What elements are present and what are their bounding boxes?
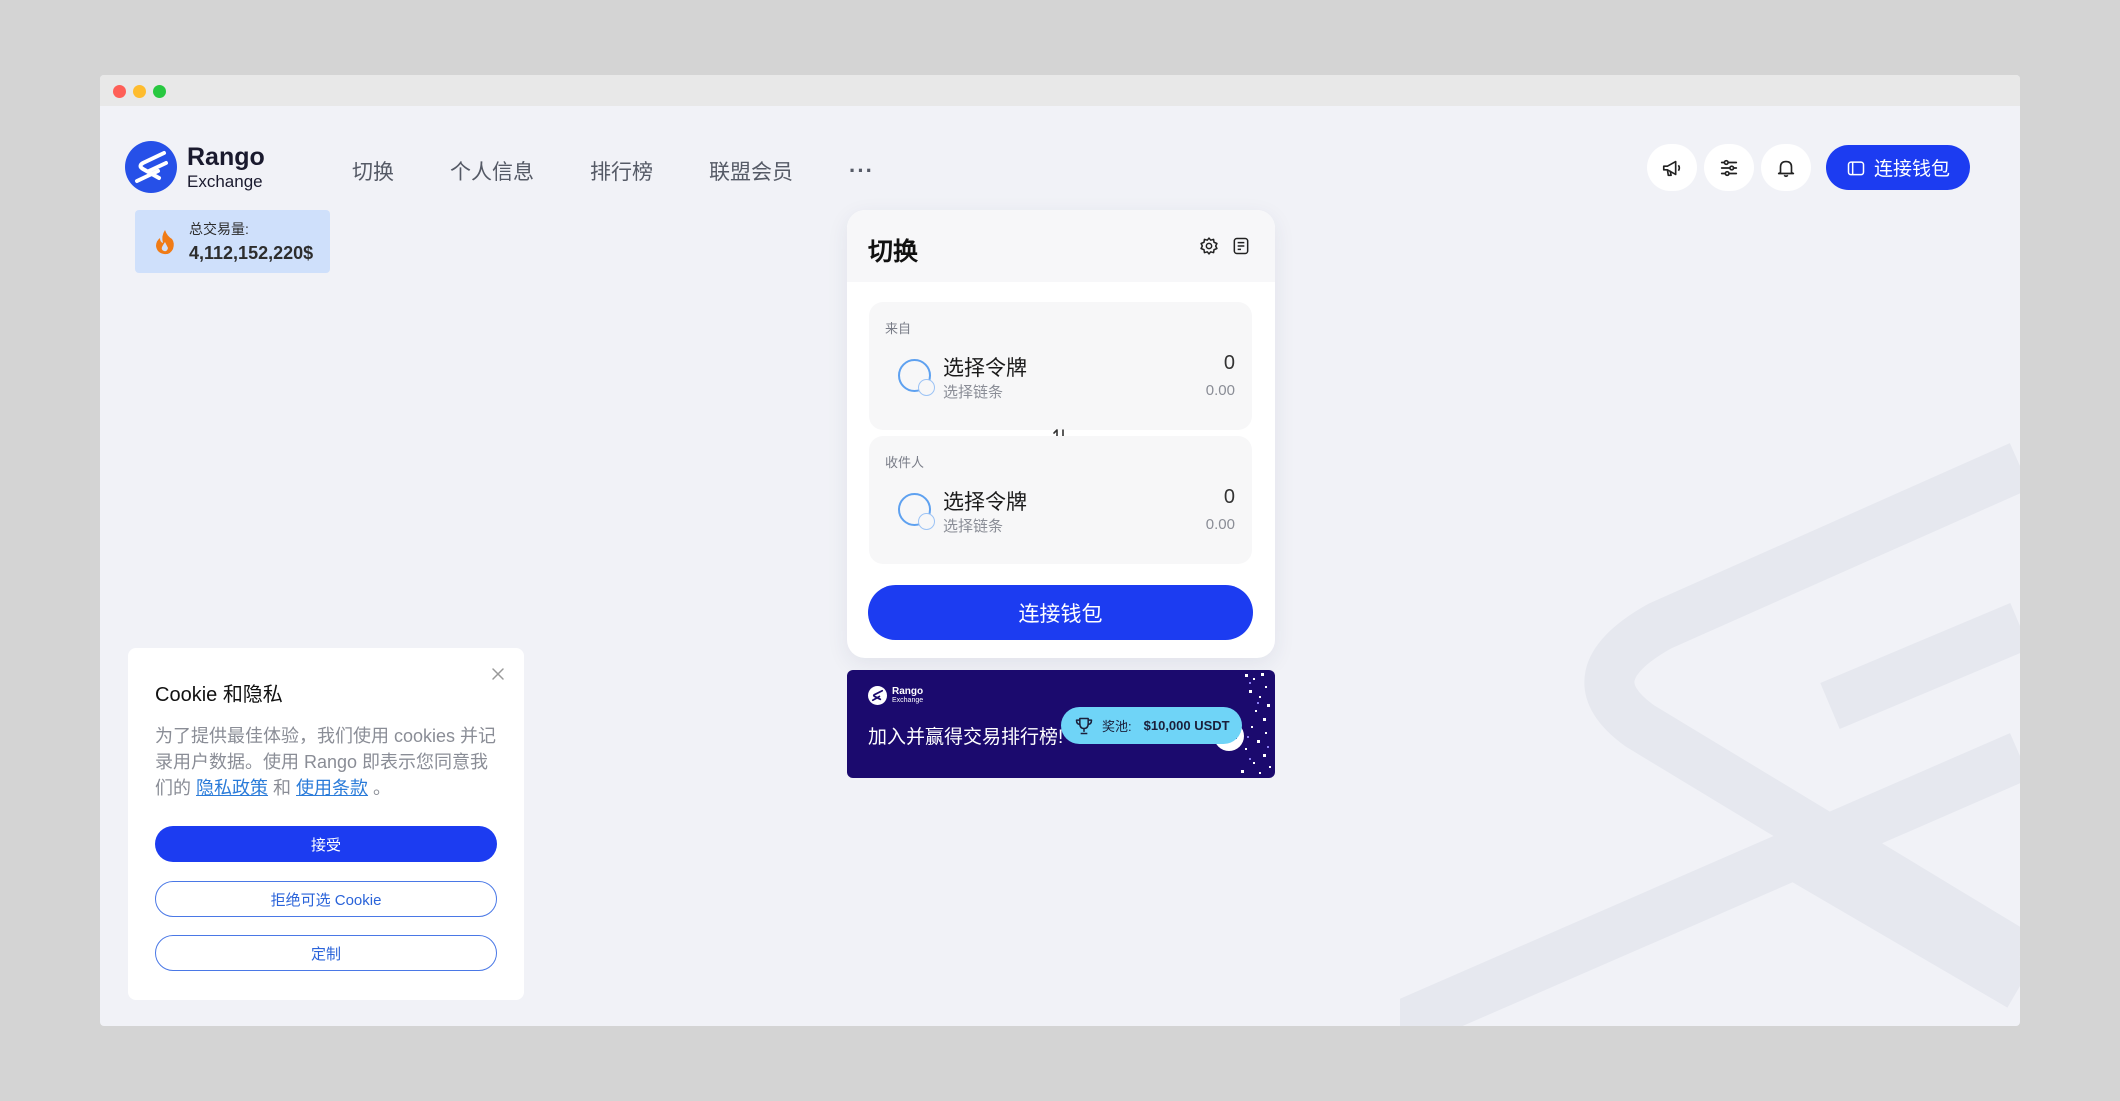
fire-icon [156,229,174,254]
history-icon[interactable] [1231,236,1251,256]
leaderboard-banner[interactable]: Rango Exchange 加入并赢得交易排行榜! 奖池: $10,000 U… [847,670,1275,778]
terms-of-use-link[interactable]: 使用条款 [296,778,368,798]
wallet-icon [1847,160,1865,175]
to-token-select[interactable]: 选择令牌 [943,486,1027,516]
gear-icon[interactable] [1199,236,1219,256]
rango-logo[interactable]: Rango Exchange [125,141,265,193]
from-usd-value: 0.00 [1205,382,1235,399]
connect-wallet-header-button[interactable]: 连接钱包 [1825,145,1970,190]
browser-window: Rango Exchange 切换 个人信息 排行榜 联盟会员 ··· 连接钱包… [100,75,2020,1026]
maximize-window-button[interactable] [153,85,166,98]
nav-item-affiliate[interactable]: 联盟会员 [709,156,793,186]
nav-item-leaderboard[interactable]: 排行榜 [590,156,653,186]
from-amount[interactable]: 0 [1224,352,1235,375]
main-nav: 切换 个人信息 排行榜 联盟会员 ··· [352,156,874,186]
trophy-icon [1075,717,1093,734]
total-volume-label: 总交易量: [189,221,249,237]
announcements-button[interactable] [1646,144,1697,191]
settings-sliders-button[interactable] [1703,144,1754,191]
swap-card: 切换 来自 选择令牌 选择链条 0 0.00 收件人 选择令牌 选择链条 0 0… [847,210,1275,658]
from-token-placeholder-icon [898,359,935,396]
prize-pool-amount: $10,000 USDT [1143,718,1230,733]
sliders-icon [1720,159,1738,176]
connect-wallet-button[interactable]: 连接钱包 [868,585,1253,640]
prize-pool-badge: 奖池: $10,000 USDT [1061,707,1242,744]
brand-name: Rango [187,142,265,171]
to-token-placeholder-icon [898,493,935,530]
cookie-title: Cookie 和隐私 [155,684,283,706]
window-titlebar [100,75,2020,106]
to-chain-select[interactable]: 选择链条 [943,515,1003,536]
cookie-and-text: 和 [268,778,297,798]
close-icon[interactable] [490,666,506,682]
banner-logo: Rango Exchange [868,686,923,705]
watermark-logo-icon [1400,443,2020,1026]
minimize-window-button[interactable] [133,85,146,98]
total-volume-badge: 总交易量: 4,112,152,220$ [135,210,330,273]
connect-wallet-header-label: 连接钱包 [1873,159,1950,180]
close-window-button[interactable] [113,85,126,98]
megaphone-icon [1662,160,1681,176]
nav-item-swap[interactable]: 切换 [352,156,394,186]
to-label: 收件人 [885,455,925,470]
prize-pool-label: 奖池: [1102,719,1132,734]
from-token-select[interactable]: 选择令牌 [943,352,1027,382]
bell-icon [1777,160,1795,177]
cookie-suffix: 。 [368,778,392,798]
banner-brand-sub: Exchange [892,697,924,704]
customize-cookies-button[interactable]: 定制 [155,935,497,971]
swap-title: 切换 [868,238,919,266]
brand-sub: Exchange [187,171,263,191]
total-volume-value: 4,112,152,220$ [189,243,314,263]
from-label: 来自 [885,321,912,336]
rango-logo-icon [868,686,887,705]
accept-cookies-button[interactable]: 接受 [155,826,497,862]
page-content: Rango Exchange 切换 个人信息 排行榜 联盟会员 ··· 连接钱包… [100,106,2020,1026]
from-token-box[interactable]: 来自 选择令牌 选择链条 0 0.00 [869,302,1252,430]
from-chain-select[interactable]: 选择链条 [943,381,1003,402]
reject-optional-cookies-button[interactable]: 拒绝可选 Cookie [155,881,497,917]
cookie-consent-dialog: Cookie 和隐私 为了提供最佳体验，我们使用 cookies 并记录用户数据… [128,648,524,1000]
to-usd-value: 0.00 [1205,516,1235,533]
swap-header-actions [1187,236,1251,256]
rango-logo-icon [125,141,177,193]
to-amount: 0 [1223,486,1235,508]
nav-item-profile[interactable]: 个人信息 [450,156,534,186]
to-token-box[interactable]: 收件人 选择令牌 选择链条 0 0.00 [869,436,1252,564]
banner-headline: 加入并赢得交易排行榜! [868,727,1064,748]
banner-brand-name: Rango [892,686,924,697]
nav-more-button[interactable]: ··· [849,158,874,184]
privacy-policy-link[interactable]: 隐私政策 [196,778,268,798]
header-actions: 连接钱包 [1646,144,1970,191]
cookie-message: 为了提供最佳体验，我们使用 cookies 并记录用户数据。使用 Rango 即… [155,723,501,801]
notifications-button[interactable] [1760,144,1811,191]
